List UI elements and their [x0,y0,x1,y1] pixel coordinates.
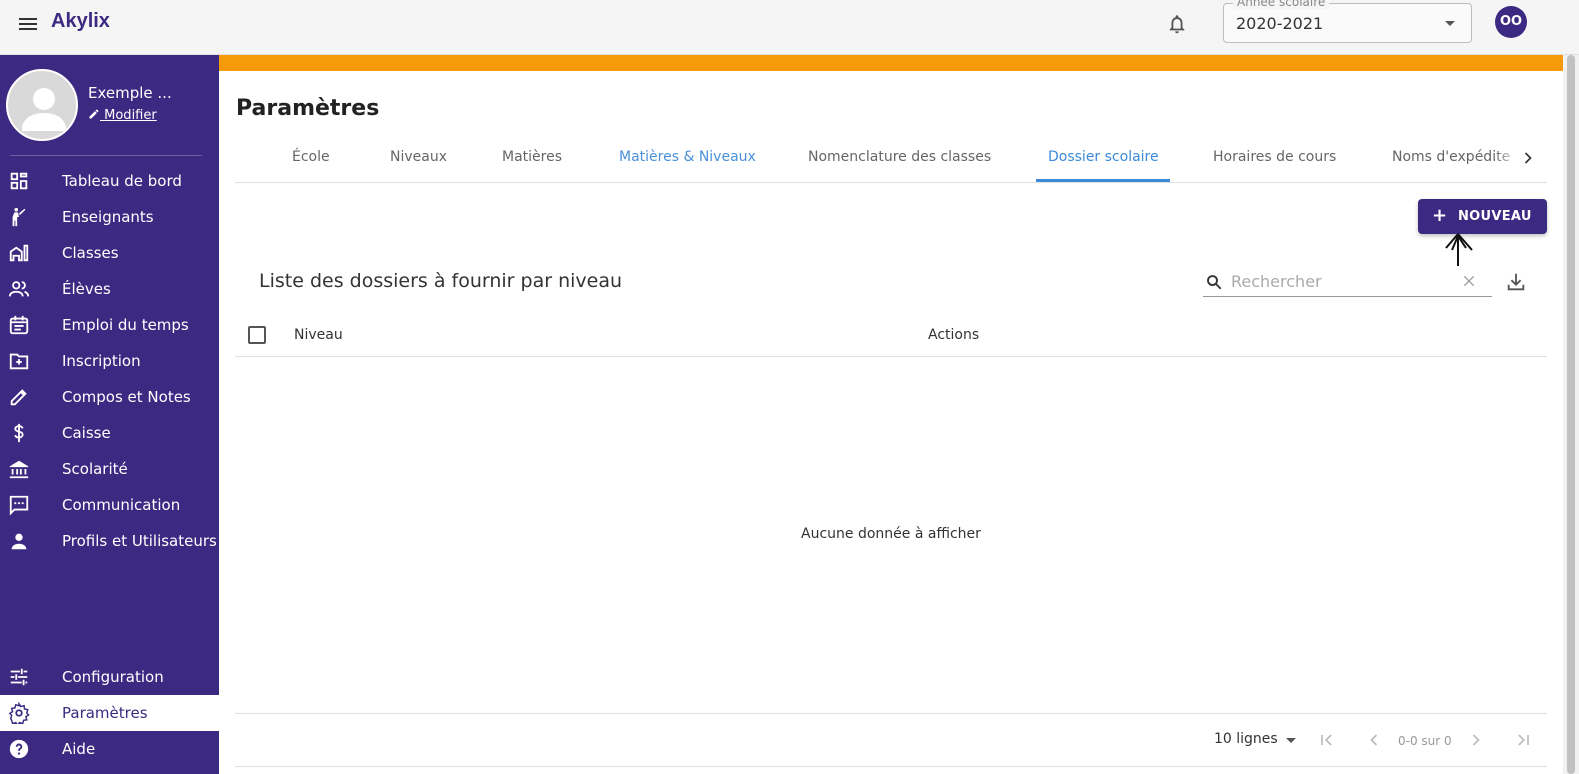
tabs-fade [1495,134,1520,182]
profile-name: Exemple ... [88,84,172,102]
school-year-label: Année scolaire [1233,0,1330,9]
column-header-niveau[interactable]: Niveau [294,327,343,343]
sidebar-item-grades[interactable]: Compos et Notes [0,379,219,415]
sidebar-item-dashboard[interactable]: Tableau de bord [0,163,219,199]
tab-nomenclature[interactable]: Nomenclature des classes [808,149,991,165]
students-icon [8,281,30,297]
chevron-right-icon[interactable] [1518,148,1538,168]
profile-edit-label: Modifier [104,108,157,123]
person-icon [11,533,27,550]
sidebar-item-label: Classes [62,244,119,262]
gear-icon [8,702,30,724]
page-title: Paramètres [236,96,380,121]
app-logo[interactable]: Akylix [51,10,110,33]
new-button[interactable]: + NOUVEAU [1418,199,1547,234]
accent-banner [219,55,1563,71]
sidebar-item-timetable[interactable]: Emploi du temps [0,307,219,343]
sidebar-divider [10,155,202,156]
teacher-icon [12,207,26,227]
tab-niveaux[interactable]: Niveaux [390,149,447,165]
sidebar-item-label: Inscription [62,352,141,370]
scrollbar-thumb[interactable] [1567,55,1575,774]
tune-icon [10,668,28,686]
sidebar-item-configuration[interactable]: Configuration [0,659,219,695]
pagination-info: 0-0 sur 0 [1398,734,1452,748]
top-bar: Akylix Année scolaire 2020-2021 OO [0,0,1579,55]
select-all-checkbox[interactable] [248,326,266,344]
sidebar-item-label: Tableau de bord [62,172,182,190]
sidebar-item-classes[interactable]: Classes [0,235,219,271]
sidebar-item-users[interactable]: Profils et Utilisateurs [0,523,219,559]
bank-icon [9,460,29,479]
previous-page-icon[interactable] [1364,730,1384,750]
sidebar-item-label: Scolarité [62,460,128,478]
profile-edit-link[interactable]: Modifier [88,108,157,123]
rows-per-page-select[interactable]: 10 lignes [1214,731,1278,747]
folder-plus-icon [9,353,29,370]
sidebar-item-help[interactable]: Aide [0,731,219,767]
table-divider [235,713,1547,714]
sidebar-item-registration[interactable]: Inscription [0,343,219,379]
next-page-icon[interactable] [1466,730,1486,750]
sidebar-item-label: Profils et Utilisateurs [62,532,217,550]
tab-ecole[interactable]: École [292,149,330,165]
sidebar-item-label: Enseignants [62,208,154,226]
dashboard-icon [10,172,28,190]
sidebar-item-label: Paramètres [62,704,148,722]
plus-icon: + [1432,205,1448,226]
tab-dossier-scolaire[interactable]: Dossier scolaire [1048,149,1159,165]
last-page-icon[interactable] [1513,730,1533,750]
tab-horaires[interactable]: Horaires de cours [1213,149,1336,165]
sidebar-item-label: Aide [62,740,96,758]
search-box [1203,266,1492,297]
chevron-down-icon [1445,21,1455,26]
search-icon [1207,275,1222,290]
sidebar-item-label: Configuration [62,668,164,686]
sidebar-item-label: Emploi du temps [62,316,189,334]
sidebar-item-communication[interactable]: Communication [0,487,219,523]
footer-divider [235,766,1547,767]
sidebar-item-settings[interactable]: Paramètres [0,695,219,731]
sidebar-item-students[interactable]: Élèves [0,271,219,307]
new-button-label: NOUVEAU [1458,209,1532,224]
tab-matieres[interactable]: Matières [502,149,562,165]
user-avatar[interactable]: OO [1495,6,1527,38]
sidebar-item-label: Compos et Notes [62,388,191,406]
pencil-icon [89,109,99,119]
first-page-icon[interactable] [1317,730,1337,750]
menu-icon[interactable] [16,12,40,36]
dollar-icon [14,423,24,443]
sidebar-item-cash[interactable]: Caisse [0,415,219,451]
mouse-cursor-icon [1445,233,1473,266]
page-scrollbar[interactable] [1563,55,1579,774]
tab-noms-expediteur[interactable]: Noms d'expédite [1392,149,1510,165]
school-year-value: 2020-2021 [1236,14,1324,33]
person-placeholder-icon [22,88,66,131]
chat-icon [9,495,29,516]
search-input[interactable] [1231,270,1451,292]
download-icon[interactable] [1505,271,1527,293]
school-year-select[interactable]: Année scolaire 2020-2021 [1223,0,1472,43]
close-icon[interactable] [1461,273,1477,289]
help-icon [9,739,29,759]
sidebar-item-label: Élèves [62,280,111,298]
table-header: Niveau Actions [235,316,1547,357]
empty-message: Aucune donnée à afficher [801,526,981,542]
chevron-down-icon[interactable] [1286,738,1296,743]
sidebar-item-label: Communication [62,496,181,514]
settings-tabs: École Niveaux Matières Matières & Niveau… [235,134,1547,183]
sidebar-item-tuition[interactable]: Scolarité [0,451,219,487]
profile-avatar [6,69,78,141]
sidebar-item-label: Caisse [62,424,111,442]
active-tab-indicator [1036,179,1170,182]
bell-icon[interactable] [1166,12,1188,36]
column-header-actions: Actions [928,327,980,343]
list-title: Liste des dossiers à fournir par niveau [259,270,623,292]
sidebar-item-teachers[interactable]: Enseignants [0,199,219,235]
calendar-icon [9,315,29,335]
building-icon [9,244,29,262]
tab-matieres-niveaux[interactable]: Matières & Niveaux [619,149,756,165]
pencil-icon [10,389,27,406]
sidebar: Exemple ... Modifier Tableau de bord Ens… [0,55,219,774]
